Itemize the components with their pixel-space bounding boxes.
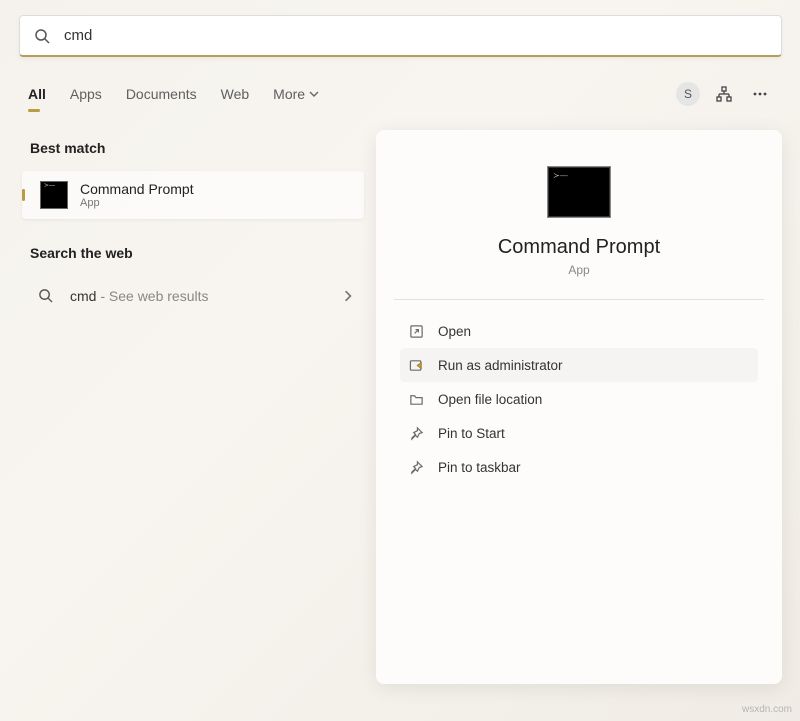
divider	[394, 299, 764, 300]
best-match-item[interactable]: Command Prompt App	[22, 171, 364, 219]
best-match-subtitle: App	[80, 197, 194, 209]
tab-more[interactable]: More	[273, 78, 319, 110]
action-pin-to-start[interactable]: Pin to Start	[400, 416, 758, 450]
web-item-text: cmd - See web results	[70, 288, 342, 304]
preview-subtitle: App	[400, 263, 758, 277]
tab-web[interactable]: Web	[221, 78, 250, 110]
folder-icon	[408, 391, 424, 407]
search-icon	[34, 28, 50, 44]
filter-tabs: All Apps Documents Web More S	[28, 78, 772, 110]
admin-icon	[408, 357, 424, 373]
best-match-header: Best match	[22, 140, 364, 156]
more-options-icon[interactable]	[748, 82, 772, 106]
best-match-title: Command Prompt	[80, 181, 194, 197]
cmd-thumbnail-icon	[40, 181, 68, 209]
tab-more-label: More	[273, 86, 305, 102]
action-label: Run as administrator	[438, 358, 563, 373]
action-run-as-admin[interactable]: Run as administrator	[400, 348, 758, 382]
preview-title: Command Prompt	[400, 236, 758, 259]
action-label: Open	[438, 324, 471, 339]
action-label: Pin to taskbar	[438, 460, 521, 475]
search-bar[interactable]	[19, 15, 782, 57]
action-list: Open Run as administrator Open file loca…	[400, 314, 758, 484]
chevron-right-icon	[342, 290, 354, 302]
action-pin-to-taskbar[interactable]: Pin to taskbar	[400, 450, 758, 484]
search-input[interactable]	[64, 27, 767, 44]
action-open-file-location[interactable]: Open file location	[400, 382, 758, 416]
watermark: wsxdn.com	[742, 704, 792, 715]
chevron-down-icon	[309, 89, 319, 99]
tab-all[interactable]: All	[28, 78, 46, 110]
web-item-hint: - See web results	[96, 288, 208, 304]
results-panel: Best match Command Prompt App Search the…	[22, 140, 364, 316]
pin-icon	[408, 425, 424, 441]
search-web-header: Search the web	[22, 245, 364, 261]
preview-app-icon	[547, 166, 611, 218]
preview-panel: Command Prompt App Open Run as administr…	[376, 130, 782, 684]
org-chart-icon[interactable]	[712, 82, 736, 106]
avatar[interactable]: S	[676, 82, 700, 106]
action-label: Pin to Start	[438, 426, 505, 441]
action-open[interactable]: Open	[400, 314, 758, 348]
tab-apps[interactable]: Apps	[70, 78, 102, 110]
search-icon	[38, 288, 54, 304]
open-icon	[408, 323, 424, 339]
search-web-item[interactable]: cmd - See web results	[22, 276, 364, 316]
web-item-query: cmd	[70, 288, 96, 304]
action-label: Open file location	[438, 392, 542, 407]
tab-documents[interactable]: Documents	[126, 78, 197, 110]
pin-icon	[408, 459, 424, 475]
